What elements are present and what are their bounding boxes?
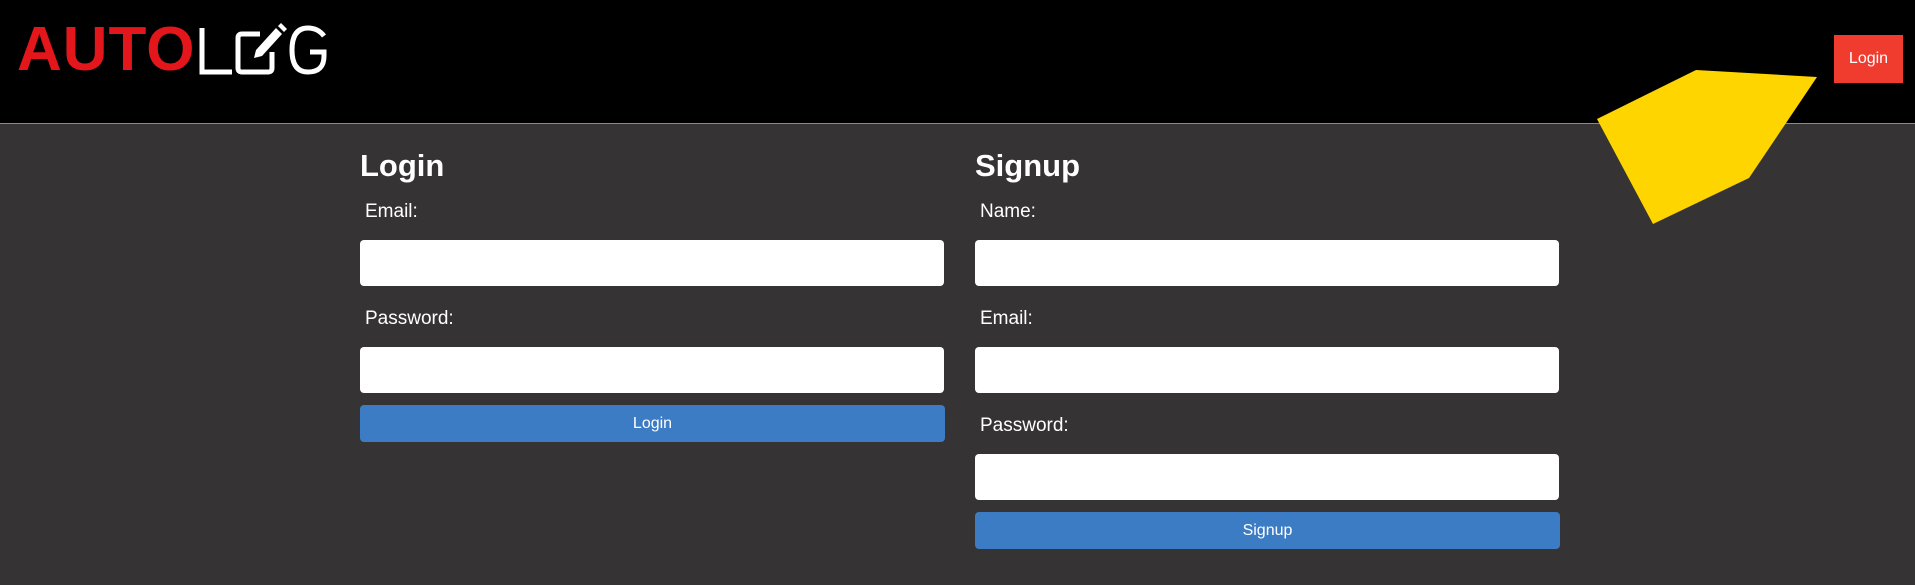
autolog-logo[interactable]: AUTO: [17, 15, 330, 84]
signup-password-input[interactable]: [975, 454, 1559, 500]
signup-email-input[interactable]: [975, 347, 1559, 393]
login-password-input[interactable]: [360, 347, 944, 393]
login-title: Login: [360, 148, 445, 183]
log-edit-icon-wordmark: [199, 23, 327, 75]
logo-log-wordmark: [198, 22, 330, 78]
signup-password-label: Password:: [980, 415, 1069, 436]
login-submit-button[interactable]: Login: [360, 405, 945, 442]
signup-email-label: Email:: [980, 308, 1033, 329]
login-email-input[interactable]: [360, 240, 944, 286]
signup-email-group: Email:: [975, 309, 1560, 393]
signup-password-group: Password:: [975, 416, 1560, 500]
signup-submit-button[interactable]: Signup: [975, 512, 1560, 549]
signup-name-group: Name:: [975, 202, 1560, 286]
login-password-label: Password:: [365, 308, 454, 329]
signup-form: Signup Name: Email: Password: Signup: [975, 150, 1560, 549]
signup-title: Signup: [975, 148, 1081, 183]
login-form: Login Email: Password: Login: [360, 150, 945, 442]
login-email-label: Email:: [365, 201, 418, 222]
header-login-button[interactable]: Login: [1834, 35, 1903, 83]
signup-name-input[interactable]: [975, 240, 1559, 286]
annotation-arrow-icon: [1597, 70, 1817, 224]
login-password-group: Password:: [360, 309, 945, 393]
logo-auto-text: AUTO: [17, 15, 196, 84]
signup-name-label: Name:: [980, 201, 1036, 222]
login-email-group: Email:: [360, 202, 945, 286]
